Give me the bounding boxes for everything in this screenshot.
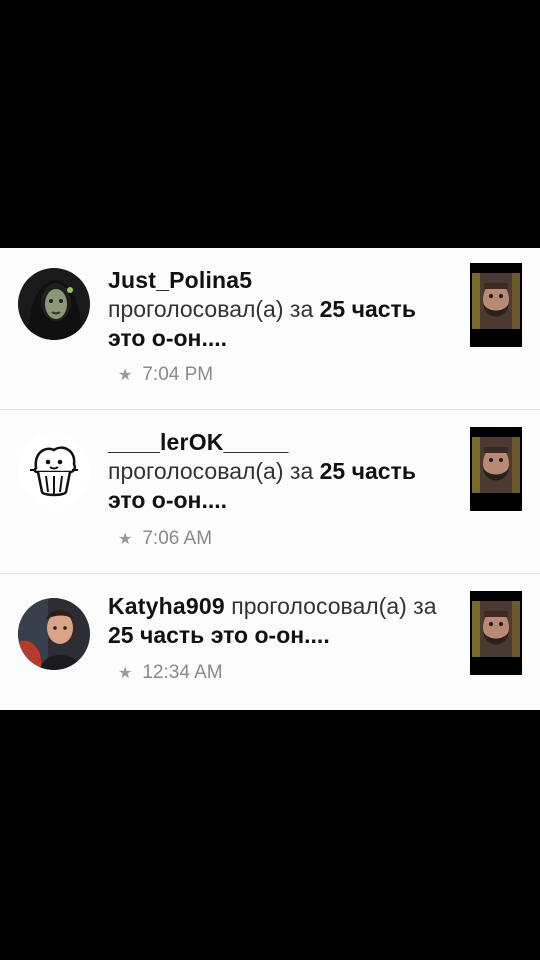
username[interactable]: Katyha909: [108, 593, 225, 619]
username[interactable]: Just_Polina5: [108, 267, 252, 293]
action-text: проголосовал(а) за: [108, 296, 314, 322]
timestamp: ★ 12:34 AM: [118, 662, 223, 683]
notification-item[interactable]: Just_Polina5 проголосовал(а) за 25 часть…: [0, 248, 540, 408]
action-text: проголосовал(а) за: [231, 593, 437, 619]
cover-image: [472, 601, 520, 657]
notification-item[interactable]: ____lerOK_____ проголосовал(а) за 25 час…: [0, 410, 540, 572]
story-title[interactable]: 25 часть это о-он....: [108, 622, 330, 648]
star-icon: ★: [118, 531, 133, 548]
notification-item[interactable]: Katyha909 проголосовал(а) за 25 часть эт…: [0, 574, 540, 710]
user-avatar[interactable]: [18, 598, 90, 670]
cover-image: [472, 273, 520, 329]
story-cover[interactable]: [470, 427, 522, 511]
username[interactable]: ____lerOK_____: [108, 429, 289, 455]
story-cover[interactable]: [470, 263, 522, 347]
story-cover[interactable]: [470, 591, 522, 675]
star-icon: ★: [118, 367, 133, 384]
cover-image: [472, 437, 520, 493]
user-avatar[interactable]: [18, 434, 90, 506]
user-avatar[interactable]: [18, 268, 90, 340]
timestamp: ★ 7:06 AM: [118, 528, 213, 549]
timestamp: ★ 7:04 PM: [118, 364, 214, 385]
action-text: проголосовал(а) за: [108, 458, 314, 484]
star-icon: ★: [118, 665, 133, 682]
